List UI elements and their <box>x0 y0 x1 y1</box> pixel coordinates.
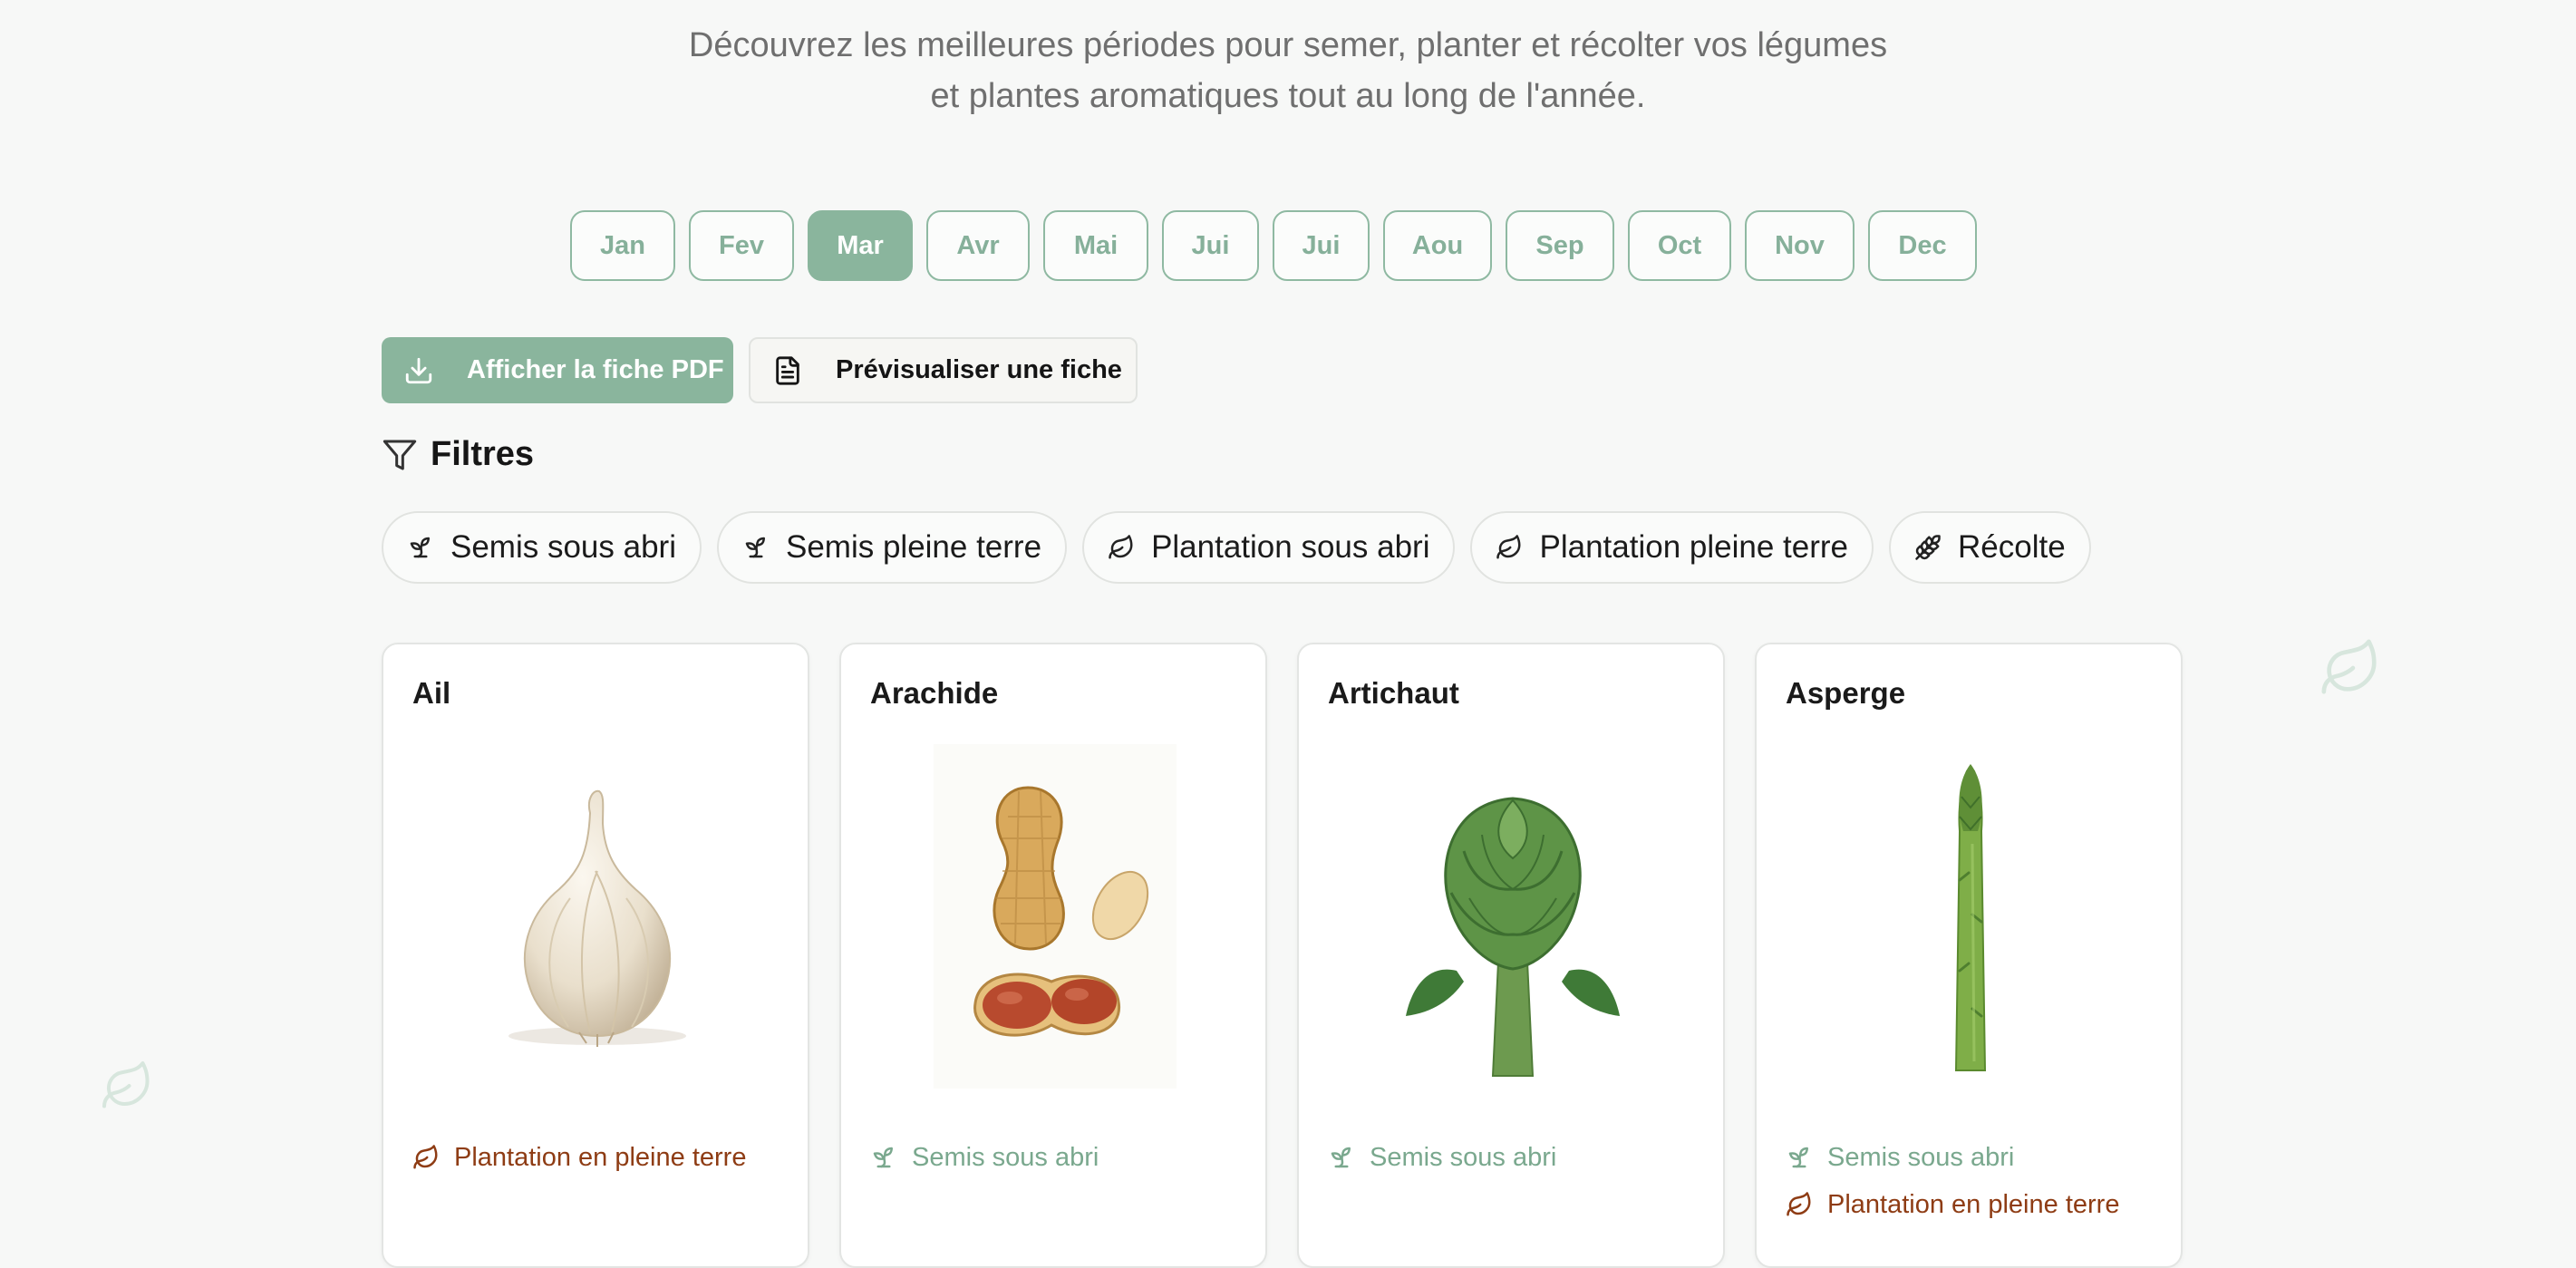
month-button-fev[interactable]: Fev <box>689 210 794 281</box>
tag-semis: Semis sous abri <box>1786 1134 2119 1181</box>
card-tags: Plantation en pleine terre <box>412 1134 746 1181</box>
leaf-icon <box>1496 534 1523 561</box>
leaf-icon <box>1786 1191 1813 1218</box>
tag-label: Semis sous abri <box>1370 1142 1557 1172</box>
month-button-dec[interactable]: Dec <box>1868 210 1977 281</box>
month-button-juillet[interactable]: Jui <box>1273 210 1370 281</box>
tag-semis: Semis sous abri <box>870 1134 1099 1181</box>
tag-plantation: Plantation en pleine terre <box>1786 1181 2119 1228</box>
plant-card-ail[interactable]: Ail Plantation en pleine terre <box>382 643 809 1268</box>
show-pdf-label: Afficher la fiche PDF <box>467 355 724 384</box>
filter-chip-semis-sous-abri[interactable]: Semis sous abri <box>382 511 702 584</box>
card-tags: Semis sous abri <box>1328 1134 1556 1181</box>
leaf-icon <box>1108 534 1135 561</box>
filters-header: Filtres <box>382 435 534 474</box>
filters-title: Filtres <box>431 435 535 473</box>
filter-chip-semis-pleine-terre[interactable]: Semis pleine terre <box>716 511 1068 584</box>
filter-chip-label: Plantation pleine terre <box>1539 529 1848 565</box>
tag-semis: Semis sous abri <box>1328 1134 1556 1181</box>
tag-label: Semis sous abri <box>1827 1142 2015 1172</box>
plant-card-artichaut[interactable]: Artichaut Semis sous abri <box>1297 643 1725 1268</box>
month-button-mai[interactable]: Mai <box>1043 210 1148 281</box>
plant-card-asperge[interactable]: Asperge Semis sous abri Plantation en pl… <box>1755 643 2183 1268</box>
filter-chip-plantation-pleine-terre[interactable]: Plantation pleine terre <box>1470 511 1874 584</box>
month-button-nov[interactable]: Nov <box>1745 210 1855 281</box>
leaf-icon <box>102 1061 150 1108</box>
card-title: Asperge <box>1786 676 1906 710</box>
plant-card-grid: Ail Plantation en pleine terre Arachide … <box>382 643 2183 1268</box>
card-tags: Semis sous abri Plantation en pleine ter… <box>1786 1134 2119 1228</box>
sprout-icon <box>870 1144 897 1171</box>
filter-chip-recolte[interactable]: Récolte <box>1888 511 2091 584</box>
asparagus-image <box>1954 764 1987 1071</box>
leaf-icon <box>2321 639 2377 694</box>
filter-chip-label: Semis sous abri <box>450 529 676 565</box>
filter-chips: Semis sous abri Semis pleine terre Plant… <box>382 511 2091 584</box>
plant-card-arachide[interactable]: Arachide Semis sous abri <box>839 643 1267 1268</box>
filter-chip-label: Récolte <box>1957 529 2066 565</box>
sprout-icon <box>742 534 770 561</box>
tag-label: Plantation en pleine terre <box>1827 1189 2120 1219</box>
sprout-icon <box>1328 1144 1355 1171</box>
sprout-icon <box>407 534 434 561</box>
intro-line-1: Découvrez les meilleures périodes pour s… <box>688 26 1888 64</box>
sprout-icon <box>1786 1144 1813 1171</box>
card-title: Ail <box>412 676 451 710</box>
filter-chip-label: Plantation sous abri <box>1151 529 1430 565</box>
artichoke-image <box>1406 797 1620 1077</box>
show-pdf-button[interactable]: Afficher la fiche PDF <box>382 337 733 403</box>
preview-sheet-button[interactable]: Prévisualiser une fiche <box>749 337 1138 403</box>
month-button-juin[interactable]: Jui <box>1162 210 1259 281</box>
garlic-image <box>508 789 686 1047</box>
month-button-sep[interactable]: Sep <box>1506 210 1614 281</box>
intro-text: Découvrez les meilleures périodes pour s… <box>0 20 2576 121</box>
card-tags: Semis sous abri <box>870 1134 1099 1181</box>
filter-chip-plantation-sous-abri[interactable]: Plantation sous abri <box>1082 511 1456 584</box>
month-button-aou[interactable]: Aou <box>1383 210 1492 281</box>
peanut-image <box>934 744 1177 1089</box>
card-title: Artichaut <box>1328 676 1459 710</box>
month-selector: Jan Fev Mar Avr Mai Jui Jui Aou Sep Oct … <box>570 210 1977 281</box>
intro-line-2: et plantes aromatiques tout au long de l… <box>930 77 1646 115</box>
download-icon <box>403 355 434 386</box>
wheat-icon <box>1914 534 1942 561</box>
file-text-icon <box>772 355 803 386</box>
month-button-jan[interactable]: Jan <box>570 210 675 281</box>
tag-label: Semis sous abri <box>912 1142 1099 1172</box>
filter-icon <box>382 437 418 473</box>
tag-label: Plantation en pleine terre <box>454 1142 747 1172</box>
filter-chip-label: Semis pleine terre <box>785 529 1042 565</box>
preview-sheet-label: Prévisualiser une fiche <box>836 355 1122 384</box>
leaf-icon <box>412 1144 440 1171</box>
card-title: Arachide <box>870 676 999 710</box>
month-button-avr[interactable]: Avr <box>926 210 1030 281</box>
action-bar: Afficher la fiche PDF Prévisualiser une … <box>382 337 1138 403</box>
month-button-mar[interactable]: Mar <box>808 210 913 281</box>
month-button-oct[interactable]: Oct <box>1628 210 1731 281</box>
tag-plantation: Plantation en pleine terre <box>412 1134 746 1181</box>
